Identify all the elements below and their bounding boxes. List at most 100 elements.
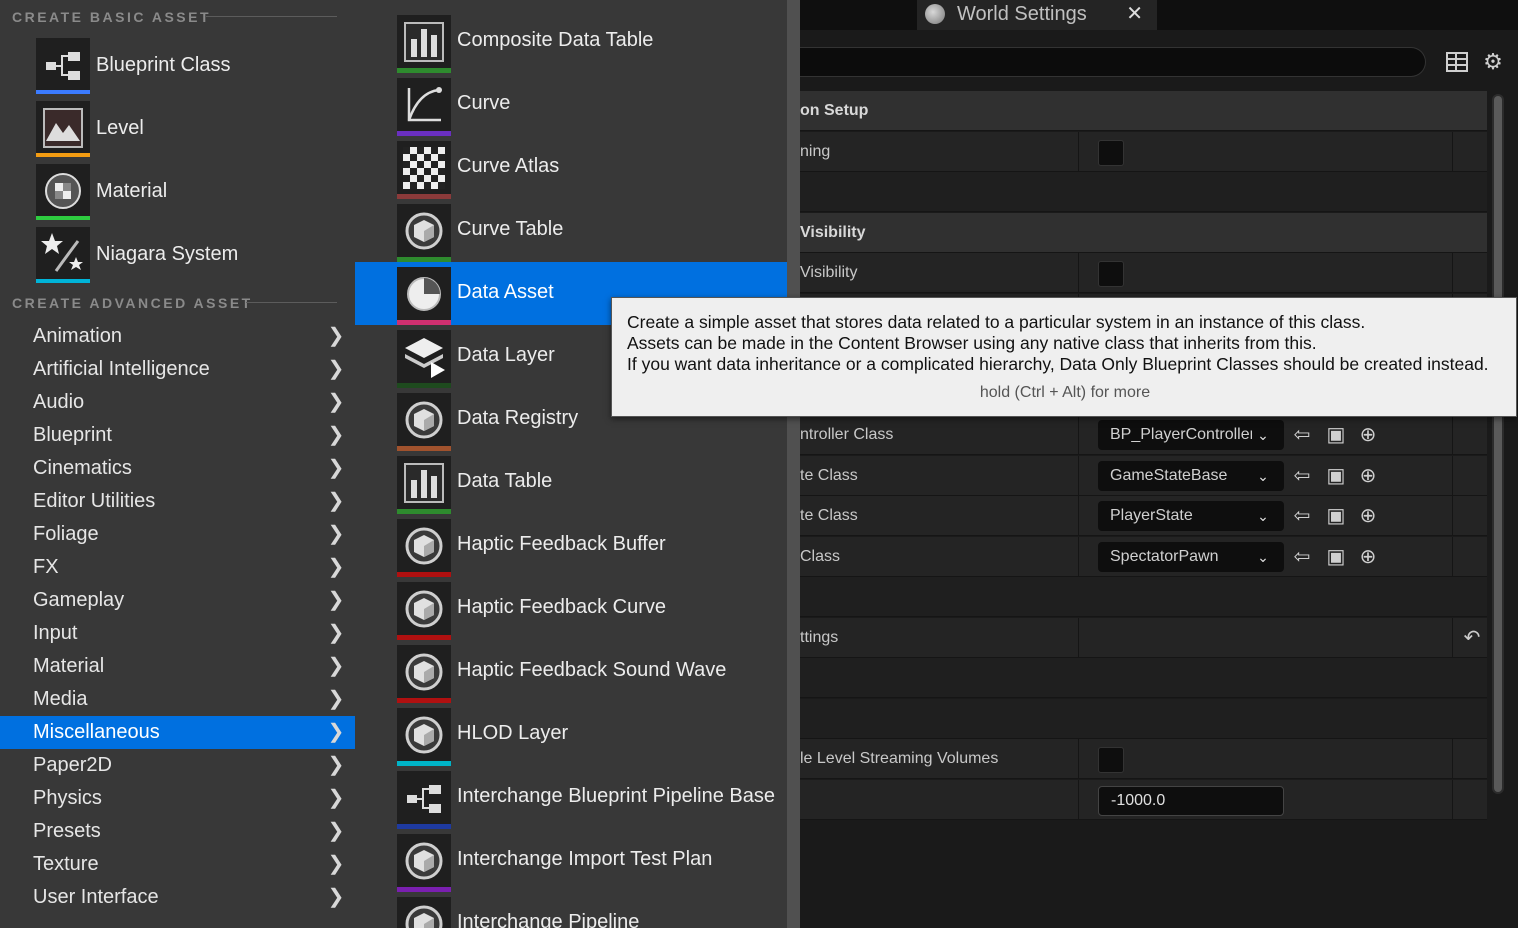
cube-icon — [397, 204, 451, 257]
use-selected-icon[interactable]: ⇦ — [1290, 464, 1314, 488]
category-media[interactable]: Media ❯ — [0, 683, 355, 716]
add-new-icon[interactable]: ⊕ — [1356, 464, 1380, 488]
property-row[interactable]: te Class GameStateBase ⌄ ⇦ ▣ ⊕ — [800, 455, 1487, 496]
basic-asset-material[interactable]: Material — [36, 164, 346, 220]
submenu-item-curve-atlas[interactable]: Curve Atlas — [355, 136, 787, 199]
add-new-icon[interactable]: ⊕ — [1356, 423, 1380, 447]
property-checkbox[interactable] — [1098, 747, 1124, 773]
property-row[interactable]: ttings ↶ — [800, 617, 1487, 658]
submenu-item-haptic-feedback-buffer[interactable]: Haptic Feedback Buffer — [355, 514, 787, 577]
column-divider — [1078, 739, 1079, 779]
submenu-item-interchange-import-test-plan[interactable]: Interchange Import Test Plan — [355, 829, 787, 892]
category-editor-utilities[interactable]: Editor Utilities ❯ — [0, 485, 355, 518]
chevron-right-icon: ❯ — [327, 853, 345, 875]
menu-divider — [787, 0, 800, 928]
category-foliage[interactable]: Foliage ❯ — [0, 518, 355, 551]
chevron-right-icon: ❯ — [327, 589, 345, 611]
basic-asset-label: Niagara System — [96, 243, 239, 265]
details-scrollbar[interactable] — [1492, 94, 1504, 794]
category-miscellaneous[interactable]: Miscellaneous ❯ — [0, 716, 355, 749]
submenu-item-curve[interactable]: Curve — [355, 73, 787, 136]
data-table-icon — [397, 456, 451, 509]
submenu-item-interchange-blueprint-pipeline-base[interactable]: Interchange Blueprint Pipeline Base — [355, 766, 787, 829]
blueprint-class-icon — [36, 38, 90, 92]
submenu-item-haptic-feedback-curve[interactable]: Haptic Feedback Curve — [355, 577, 787, 640]
property-row[interactable]: -1000.0 — [800, 779, 1487, 820]
submenu-item-interchange-pipeline[interactable]: Interchange Pipeline — [355, 892, 787, 928]
tooltip-line: Create a simple asset that stores data r… — [627, 312, 1366, 332]
property-row — [800, 172, 1487, 212]
tab-title: World Settings — [957, 3, 1087, 25]
cube-icon — [397, 834, 451, 887]
property-row[interactable]: Class SpectatorPawn ⌄ ⇦ ▣ ⊕ — [800, 536, 1487, 577]
use-selected-icon[interactable]: ⇦ — [1290, 423, 1314, 447]
class-picker-combo[interactable]: PlayerState ⌄ — [1098, 501, 1284, 531]
submenu-item-label: Composite Data Table — [457, 29, 654, 51]
category-material[interactable]: Material ❯ — [0, 650, 355, 683]
class-picker-combo[interactable]: SpectatorPawn ⌄ — [1098, 541, 1284, 572]
category-audio[interactable]: Audio ❯ — [0, 386, 355, 419]
category-input[interactable]: Input ❯ — [0, 617, 355, 650]
property-row[interactable]: ntroller Class BP_PlayerController ⌄ ⇦ ▣ ⊕ — [800, 415, 1487, 455]
browse-folder-icon[interactable]: ▣ — [1324, 464, 1348, 488]
submenu-item-composite-data-table[interactable]: Composite Data Table — [355, 10, 787, 73]
basic-asset-blueprint-class[interactable]: Blueprint Class — [36, 38, 346, 94]
submenu-item-hlod-layer[interactable]: HLOD Layer — [355, 703, 787, 766]
category-user-interface[interactable]: User Interface ❯ — [0, 881, 355, 914]
reset-to-default-icon[interactable]: ↶ — [1460, 626, 1484, 650]
property-row[interactable]: le Level Streaming Volumes — [800, 739, 1487, 779]
category-row[interactable]: on Setup — [800, 91, 1487, 131]
property-checkbox[interactable] — [1098, 261, 1124, 287]
submenu-item-label: Interchange Import Test Plan — [457, 848, 713, 870]
category-physics[interactable]: Physics ❯ — [0, 782, 355, 815]
asset-color-bar — [36, 90, 90, 94]
category-gameplay[interactable]: Gameplay ❯ — [0, 584, 355, 617]
combo-value: BP_PlayerController — [1110, 426, 1255, 443]
class-picker-combo[interactable]: GameStateBase ⌄ — [1098, 460, 1284, 491]
property-label: Class — [800, 547, 841, 565]
category-cinematics[interactable]: Cinematics ❯ — [0, 452, 355, 485]
category-texture[interactable]: Texture ❯ — [0, 848, 355, 881]
property-row[interactable]: te Class PlayerState ⌄ ⇦ ▣ ⊕ — [800, 496, 1487, 536]
category-blueprint[interactable]: Blueprint ❯ — [0, 419, 355, 452]
category-fx[interactable]: FX ❯ — [0, 551, 355, 584]
category-row[interactable]: Visibility — [800, 212, 1487, 253]
settings-gear-icon[interactable]: ⚙ — [1481, 50, 1505, 74]
class-picker-combo[interactable]: BP_PlayerController ⌄ — [1098, 420, 1284, 450]
category-presets[interactable]: Presets ❯ — [0, 815, 355, 848]
category-artificial-intelligence[interactable]: Artificial Intelligence ❯ — [0, 353, 355, 386]
add-new-icon[interactable]: ⊕ — [1356, 504, 1380, 528]
tab-world-settings[interactable]: World Settings ✕ — [917, 0, 1157, 30]
category-paper2d[interactable]: Paper2D ❯ — [0, 749, 355, 782]
table-view-icon[interactable] — [1445, 50, 1469, 74]
advanced-asset-header: CREATE ADVANCED ASSET — [12, 295, 253, 311]
submenu-item-label: Curve Atlas — [457, 155, 560, 177]
chevron-right-icon: ❯ — [327, 457, 345, 479]
submenu-item-curve-table[interactable]: Curve Table — [355, 199, 787, 262]
use-selected-icon[interactable]: ⇦ — [1290, 545, 1314, 569]
scrollbar-thumb[interactable] — [1494, 96, 1502, 792]
details-search-input[interactable] — [800, 47, 1426, 77]
category-animation[interactable]: Animation ❯ — [0, 320, 355, 353]
cube-icon — [397, 708, 451, 761]
property-row[interactable]: ning — [800, 131, 1487, 172]
property-checkbox[interactable] — [1098, 139, 1124, 166]
basic-asset-niagara-system[interactable]: Niagara System — [36, 227, 346, 283]
chevron-right-icon: ❯ — [327, 490, 345, 512]
property-label: ning — [800, 142, 831, 160]
browse-folder-icon[interactable]: ▣ — [1324, 504, 1348, 528]
category-label: FX — [33, 556, 59, 578]
close-icon[interactable]: ✕ — [1126, 0, 1143, 28]
use-selected-icon[interactable]: ⇦ — [1290, 504, 1314, 528]
property-row[interactable]: Visibility — [800, 253, 1487, 293]
number-input[interactable]: -1000.0 — [1098, 785, 1284, 816]
add-new-icon[interactable]: ⊕ — [1356, 545, 1380, 569]
submenu-item-haptic-feedback-sound-wave[interactable]: Haptic Feedback Sound Wave — [355, 640, 787, 703]
browse-folder-icon[interactable]: ▣ — [1324, 423, 1348, 447]
niagara-system-icon — [36, 227, 90, 281]
basic-asset-level[interactable]: Level — [36, 101, 346, 157]
column-divider — [1078, 415, 1079, 455]
column-divider — [1078, 253, 1079, 293]
submenu-item-data-table[interactable]: Data Table — [355, 451, 787, 514]
browse-folder-icon[interactable]: ▣ — [1324, 545, 1348, 569]
